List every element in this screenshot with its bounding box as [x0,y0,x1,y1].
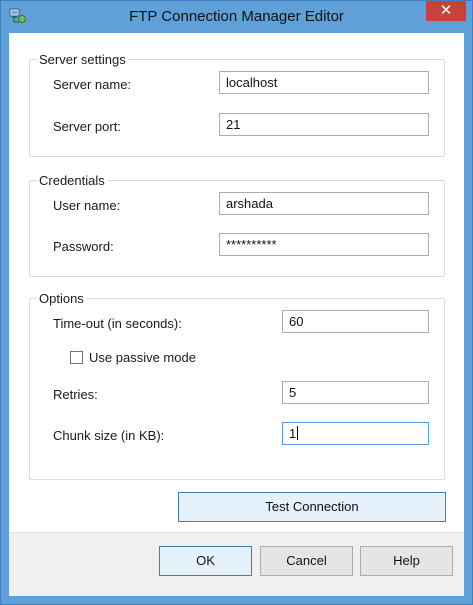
user-name-input[interactable]: arshada [219,192,429,215]
window-title: FTP Connection Manager Editor [129,8,344,25]
chunk-size-label: Chunk size (in KB): [53,428,165,443]
password-input[interactable]: ********** [219,233,429,256]
password-label: Password: [53,239,114,254]
server-port-label: Server port: [53,119,121,134]
server-name-input[interactable]: localhost [219,71,429,94]
user-name-label: User name: [53,198,121,213]
server-settings-title: Server settings [37,52,128,67]
passive-mode-label: Use passive mode [89,350,196,365]
close-button[interactable]: ✕ [426,1,466,21]
retries-label: Retries: [53,387,98,402]
passive-mode-checkbox[interactable] [70,351,83,364]
text-caret [297,426,299,440]
server-port-input[interactable]: 21 [219,113,429,136]
credentials-title: Credentials [37,173,107,188]
dialog-client: Server settings Server name: localhost S… [9,33,464,596]
title-bar[interactable]: FTP Connection Manager Editor ✕ [1,1,472,33]
ok-button[interactable]: OK [159,546,252,576]
close-icon: ✕ [439,2,453,19]
cancel-button[interactable]: Cancel [260,546,353,576]
retries-input[interactable]: 5 [282,381,429,404]
help-button[interactable]: Help [360,546,453,576]
server-name-label: Server name: [53,77,132,92]
options-title: Options [37,291,86,306]
timeout-label: Time-out (in seconds): [53,316,182,331]
chunk-size-input[interactable]: 1 [282,422,429,445]
timeout-input[interactable]: 60 [282,310,429,333]
dialog-window: FTP Connection Manager Editor ✕ Server s… [0,0,473,605]
chunk-size-value: 1 [289,426,297,441]
test-connection-button[interactable]: Test Connection [178,492,446,522]
